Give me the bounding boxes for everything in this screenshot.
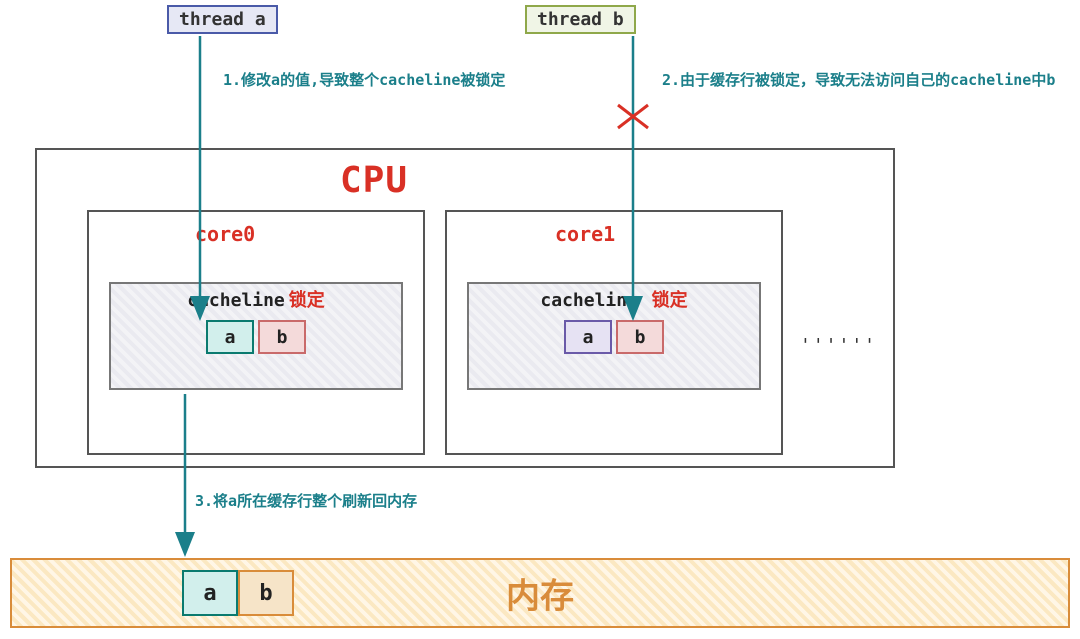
core0-label: core0 [195, 222, 255, 246]
annotation-step3: 3.将a所在缓存行整个刷新回内存 [195, 490, 417, 511]
core0-lock-label: 锁定 [289, 290, 325, 311]
annotation-step2: 2.由于缓存行被锁定，导致无法访问自己的cacheline中b [662, 69, 1055, 90]
core1-cell-b-label: b [635, 327, 646, 348]
core1-cacheline-box: cacheline 锁定 a b [467, 282, 761, 390]
memory-cell-a: a [182, 570, 238, 616]
core0-cell-b: b [258, 320, 306, 354]
memory-cell-row: a b [182, 570, 294, 616]
core1-cell-b: b [616, 320, 664, 354]
memory-cell-a-label: a [203, 581, 216, 606]
core1-lock-label: 锁定 [652, 290, 688, 311]
memory-label: 内存 [506, 569, 574, 618]
core0-cacheline-box: cacheline锁定 a b [109, 282, 403, 390]
core1-cacheline-label: cacheline [540, 290, 638, 311]
cpu-ellipsis: '''''' [800, 335, 877, 356]
thread-b-box: thread b [525, 5, 636, 34]
thread-a-box: thread a [167, 5, 278, 34]
core0-cell-b-label: b [277, 327, 288, 348]
core0-cacheline-label: cacheline [187, 290, 285, 311]
thread-a-label: thread a [179, 9, 266, 30]
core0-cell-a-label: a [225, 327, 236, 348]
thread-b-label: thread b [537, 9, 624, 30]
core1-cell-row: a b [469, 320, 759, 354]
cpu-label: CPU [340, 160, 408, 201]
core0-cell-a: a [206, 320, 254, 354]
memory-cell-b-label: b [259, 581, 272, 606]
memory-box: a b 内存 [10, 558, 1070, 628]
cross-icon [618, 105, 648, 128]
core0-cell-row: a b [111, 320, 401, 354]
core1-cell-a-label: a [583, 327, 594, 348]
annotation-step1: 1.修改a的值,导致整个cacheline被锁定 [223, 69, 505, 90]
core1-label: core1 [555, 222, 615, 246]
memory-cell-b: b [238, 570, 294, 616]
core1-cell-a: a [564, 320, 612, 354]
